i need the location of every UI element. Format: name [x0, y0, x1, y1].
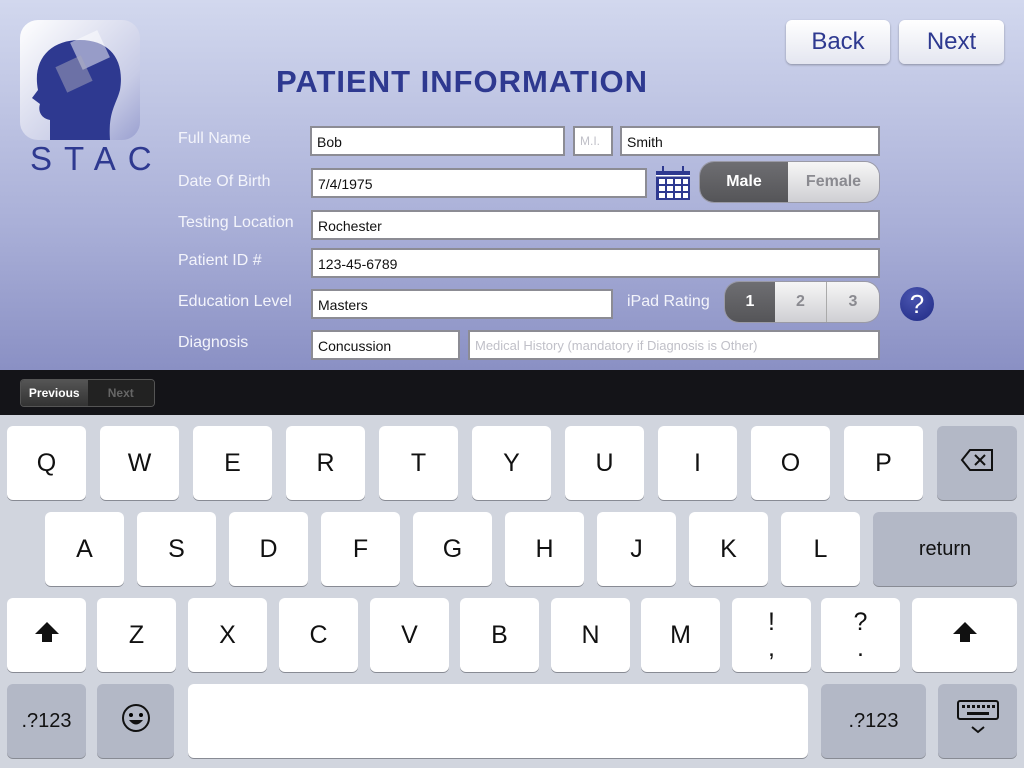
- calendar-icon[interactable]: [655, 165, 691, 201]
- key-r[interactable]: R: [286, 426, 365, 500]
- key-j[interactable]: J: [597, 512, 676, 586]
- logo-text: STAC: [30, 140, 164, 177]
- key-b[interactable]: B: [460, 598, 539, 672]
- key-o[interactable]: O: [751, 426, 830, 500]
- key-l[interactable]: L: [781, 512, 860, 586]
- key-g[interactable]: G: [413, 512, 492, 586]
- back-button[interactable]: Back: [786, 20, 890, 64]
- location-input[interactable]: Rochester: [311, 210, 880, 240]
- key-d[interactable]: D: [229, 512, 308, 586]
- key-q[interactable]: Q: [7, 426, 86, 500]
- key-c[interactable]: C: [279, 598, 358, 672]
- key-i[interactable]: I: [658, 426, 737, 500]
- diagnosis-label: Diagnosis: [178, 334, 249, 351]
- dob-input[interactable]: 7/4/1975: [311, 168, 647, 198]
- numbers-key[interactable]: .?123: [821, 684, 926, 758]
- ipad-rating-label: iPad Rating: [627, 293, 710, 310]
- first-name-input[interactable]: Bob: [310, 126, 565, 156]
- location-label: Testing Location: [178, 214, 294, 231]
- key-u[interactable]: U: [565, 426, 644, 500]
- keyboard-dismiss-key[interactable]: [938, 684, 1017, 758]
- emoji-icon: [121, 703, 151, 740]
- return-key[interactable]: return: [873, 512, 1017, 586]
- patient-id-label: Patient ID #: [178, 252, 262, 269]
- punctuation-key[interactable]: ! ,: [732, 598, 811, 672]
- key-h[interactable]: H: [505, 512, 584, 586]
- key-m[interactable]: M: [641, 598, 720, 672]
- previous-field-button[interactable]: Previous: [21, 380, 88, 406]
- medical-history-input[interactable]: Medical History (mandatory if Diagnosis …: [468, 330, 880, 360]
- keyboard-dismiss-icon: [956, 699, 999, 743]
- shift-key[interactable]: [912, 598, 1017, 672]
- dob-label: Date Of Birth: [178, 173, 271, 190]
- key-v[interactable]: V: [370, 598, 449, 672]
- key-w[interactable]: W: [100, 426, 179, 500]
- stac-logo: [20, 20, 140, 140]
- key-s[interactable]: S: [137, 512, 216, 586]
- shift-icon: [952, 621, 978, 650]
- key-k[interactable]: K: [689, 512, 768, 586]
- page-title: PATIENT INFORMATION: [276, 64, 649, 99]
- key-e[interactable]: E: [193, 426, 272, 500]
- emoji-key[interactable]: [97, 684, 174, 758]
- patient-info-screen: STAC PATIENT INFORMATION Back Next Full …: [0, 0, 1024, 370]
- backspace-icon: [960, 448, 994, 479]
- key-p[interactable]: P: [844, 426, 923, 500]
- key-t[interactable]: T: [379, 426, 458, 500]
- key-x[interactable]: X: [188, 598, 267, 672]
- key-a[interactable]: A: [45, 512, 124, 586]
- education-input[interactable]: Masters: [311, 289, 613, 319]
- shift-key[interactable]: [7, 598, 86, 672]
- rating-3[interactable]: 3: [827, 282, 879, 322]
- next-field-button[interactable]: Next: [87, 380, 154, 406]
- education-label: Education Level: [178, 293, 292, 310]
- ipad-rating-selector: 1 2 3: [725, 282, 879, 322]
- help-button[interactable]: ?: [900, 287, 934, 321]
- shift-icon: [34, 621, 60, 650]
- last-name-input[interactable]: Smith: [620, 126, 880, 156]
- backspace-key[interactable]: [937, 426, 1017, 500]
- rating-2[interactable]: 2: [775, 282, 827, 322]
- diagnosis-input[interactable]: Concussion: [311, 330, 460, 360]
- middle-initial-input[interactable]: M.I.: [573, 126, 613, 156]
- punctuation-key[interactable]: ? .: [821, 598, 900, 672]
- gender-female[interactable]: Female: [788, 162, 879, 202]
- key-f[interactable]: F: [321, 512, 400, 586]
- gender-selector: Male Female: [700, 162, 879, 202]
- key-y[interactable]: Y: [472, 426, 551, 500]
- next-button[interactable]: Next: [899, 20, 1004, 64]
- numbers-key[interactable]: .?123: [7, 684, 86, 758]
- full-name-label: Full Name: [178, 130, 251, 147]
- key-z[interactable]: Z: [97, 598, 176, 672]
- patient-id-input[interactable]: 123-45-6789: [311, 248, 880, 278]
- key-n[interactable]: N: [551, 598, 630, 672]
- prev-next-control: Previous Next: [20, 379, 155, 407]
- gender-male[interactable]: Male: [700, 162, 788, 202]
- space-key[interactable]: [188, 684, 808, 758]
- rating-1[interactable]: 1: [725, 282, 775, 322]
